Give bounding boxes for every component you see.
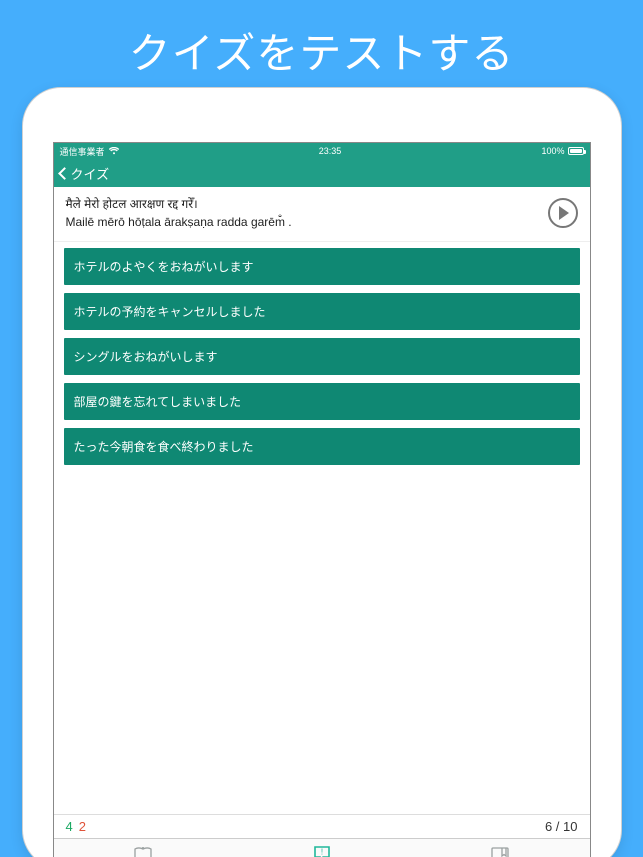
content-spacer bbox=[54, 473, 590, 814]
play-icon bbox=[559, 206, 569, 220]
question-text: मैले मेरो होटल आरक्षण रद्द गरेँ। Mailē m… bbox=[66, 195, 548, 231]
back-label: クイズ bbox=[71, 164, 110, 183]
clock: 23:35 bbox=[119, 146, 542, 156]
tablet-frame: 通信事業者 23:35 100% クイズ मैले मेरो होटल आरक्… bbox=[23, 88, 621, 857]
svg-text:!: ! bbox=[320, 847, 322, 856]
progress-label: 6 / 10 bbox=[545, 819, 578, 834]
score-wrong: 2 bbox=[79, 819, 86, 834]
nav-bar: クイズ bbox=[54, 159, 590, 187]
book-icon bbox=[491, 847, 509, 857]
options-list: ホテルのよやくをおねがいします ホテルの予約をキャンセルしました シングルをおね… bbox=[54, 242, 590, 473]
score-correct: 4 bbox=[66, 819, 73, 834]
chevron-left-icon bbox=[58, 167, 71, 180]
tab-bar: ! bbox=[54, 838, 590, 857]
score-bar: 4 2 6 / 10 bbox=[54, 814, 590, 838]
battery-icon bbox=[568, 147, 584, 155]
option-5[interactable]: たった今朝食を食べ終わりました bbox=[64, 428, 580, 465]
screen: 通信事業者 23:35 100% クイズ मैले मेरो होटल आरक्… bbox=[53, 142, 591, 857]
option-4[interactable]: 部屋の鍵を忘れてしまいました bbox=[64, 383, 580, 420]
option-3[interactable]: シングルをおねがいします bbox=[64, 338, 580, 375]
tab-bookmark[interactable] bbox=[411, 839, 590, 857]
back-button[interactable]: クイズ bbox=[60, 164, 110, 183]
status-bar: 通信事業者 23:35 100% bbox=[54, 143, 590, 159]
quiz-icon: ! bbox=[313, 846, 331, 857]
question-line1: मैले मेरो होटल आरक्षण रद्द गरेँ। bbox=[66, 195, 548, 213]
question-row: मैले मेरो होटल आरक्षण रद्द गरेँ। Mailē m… bbox=[54, 187, 590, 242]
tab-study[interactable] bbox=[54, 839, 233, 857]
carrier-label: 通信事業者 bbox=[60, 145, 105, 158]
tab-quiz[interactable]: ! bbox=[232, 839, 411, 857]
play-audio-button[interactable] bbox=[548, 198, 578, 228]
wifi-icon bbox=[109, 147, 119, 155]
option-1[interactable]: ホテルのよやくをおねがいします bbox=[64, 248, 580, 285]
option-2[interactable]: ホテルの予約をキャンセルしました bbox=[64, 293, 580, 330]
reader-icon bbox=[134, 847, 152, 857]
question-line2: Mailē mērō hōṭala ārakṣaṇa radda garēm̐ … bbox=[66, 213, 548, 231]
banner-title: クイズをテストする bbox=[0, 0, 643, 99]
battery-pct: 100% bbox=[541, 146, 564, 156]
